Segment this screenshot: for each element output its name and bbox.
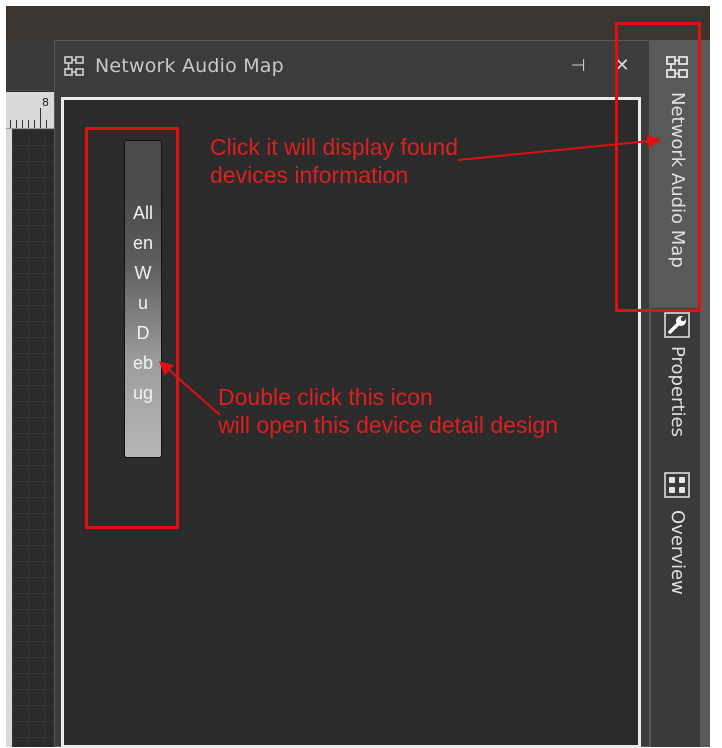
annotation-box-device: [85, 127, 179, 529]
network-map-icon: [63, 55, 85, 77]
tab-label: Properties: [667, 346, 688, 437]
tab-overview[interactable]: Overview: [651, 458, 701, 628]
app-top-strip: [6, 6, 710, 40]
wrench-icon: [664, 312, 690, 338]
design-canvas-area: 8: [6, 40, 55, 747]
annotation-line: Double click this icon: [218, 384, 433, 410]
window-edge: [700, 40, 710, 747]
tab-label: Overview: [667, 510, 688, 595]
ruler-number: 8: [42, 96, 49, 109]
annotation-line: Click it will display found: [210, 134, 458, 160]
annotation-note-top: Click it will display found devices info…: [210, 133, 458, 189]
overview-grid-icon: [664, 472, 690, 498]
annotation-note-bottom: Double click this icon will open this de…: [218, 383, 558, 439]
annotation-box-tab: [615, 22, 701, 312]
panel-header: Network Audio Map ⊣ ✕: [55, 41, 649, 91]
canvas-tab-bar: [6, 40, 54, 91]
panel-title: Network Audio Map: [95, 55, 284, 77]
pin-button[interactable]: ⊣: [567, 55, 589, 77]
annotation-line: devices information: [210, 162, 409, 188]
canvas-grid[interactable]: [12, 129, 54, 747]
tab-properties[interactable]: Properties: [651, 308, 701, 458]
annotation-line: will open this device detail design: [218, 412, 559, 438]
horizontal-ruler: 8: [6, 92, 54, 129]
